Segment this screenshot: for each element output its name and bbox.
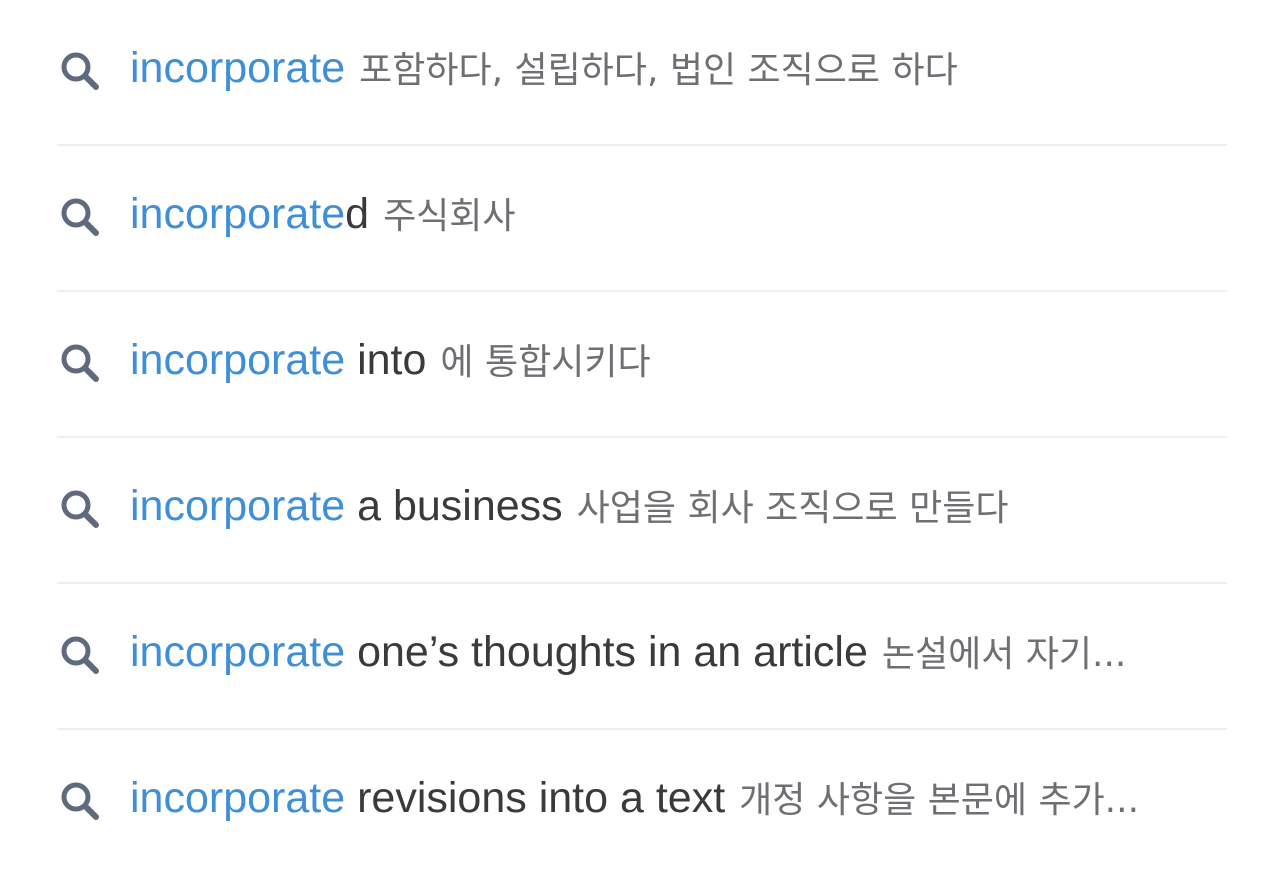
suggestion-item[interactable]: incorporated 주식회사: [57, 146, 1227, 292]
suggestion-item[interactable]: incorporate 포함하다, 설립하다, 법인 조직으로 하다: [57, 0, 1227, 146]
search-icon: [61, 782, 99, 820]
suggestion-text: incorporated 주식회사: [130, 182, 1227, 249]
suggestion-gloss: 사업을 회사 조직으로 만들다: [576, 488, 1009, 529]
suggestion-match: incorporate: [130, 482, 346, 530]
suggestion-rest: one’s thoughts in an article: [345, 628, 868, 676]
suggestion-match: incorporate: [130, 336, 346, 384]
suggestion-list: incorporate 포함하다, 설립하다, 법인 조직으로 하다 incorp…: [57, 0, 1227, 876]
suggestion-match: incorporate: [130, 44, 346, 92]
search-icon: [61, 344, 99, 382]
suggestion-match: incorporate: [130, 190, 346, 238]
suggestion-rest: d: [345, 190, 370, 238]
suggestion-item[interactable]: incorporate into 에 통합시키다: [57, 292, 1227, 438]
suggestion-text: incorporate into 에 통합시키다: [130, 328, 1227, 395]
search-icon: [61, 198, 99, 236]
suggestion-rest: into: [345, 336, 427, 384]
search-icon: [61, 52, 99, 90]
suggestion-text: incorporate one’s thoughts in an article…: [130, 620, 1227, 687]
suggestion-text: incorporate revisions into a text 개정 사항을 …: [130, 766, 1227, 833]
suggestion-rest: a business: [345, 482, 563, 530]
suggestion-gloss: 주식회사: [383, 196, 516, 237]
suggestion-item[interactable]: incorporate revisions into a text 개정 사항을 …: [57, 730, 1227, 876]
suggestion-gloss: 에 통합시키다: [440, 342, 651, 383]
suggestion-match: incorporate: [130, 774, 346, 822]
suggestion-gloss: 포함하다, 설립하다, 법인 조직으로 하다: [359, 50, 958, 91]
suggestion-text: incorporate 포함하다, 설립하다, 법인 조직으로 하다: [130, 36, 1227, 103]
suggestion-gloss: 개정 사항을 본문에 추가...: [739, 780, 1140, 821]
search-icon: [61, 636, 99, 674]
suggestion-rest: revisions into a text: [345, 774, 726, 822]
suggestion-gloss: 논설에서 자기...: [881, 634, 1127, 675]
search-icon: [61, 490, 99, 528]
suggestion-item[interactable]: incorporate a business 사업을 회사 조직으로 만들다: [57, 438, 1227, 584]
suggestion-item[interactable]: incorporate one’s thoughts in an article…: [57, 584, 1227, 730]
suggestion-text: incorporate a business 사업을 회사 조직으로 만들다: [130, 474, 1227, 541]
suggestion-match: incorporate: [130, 628, 346, 676]
